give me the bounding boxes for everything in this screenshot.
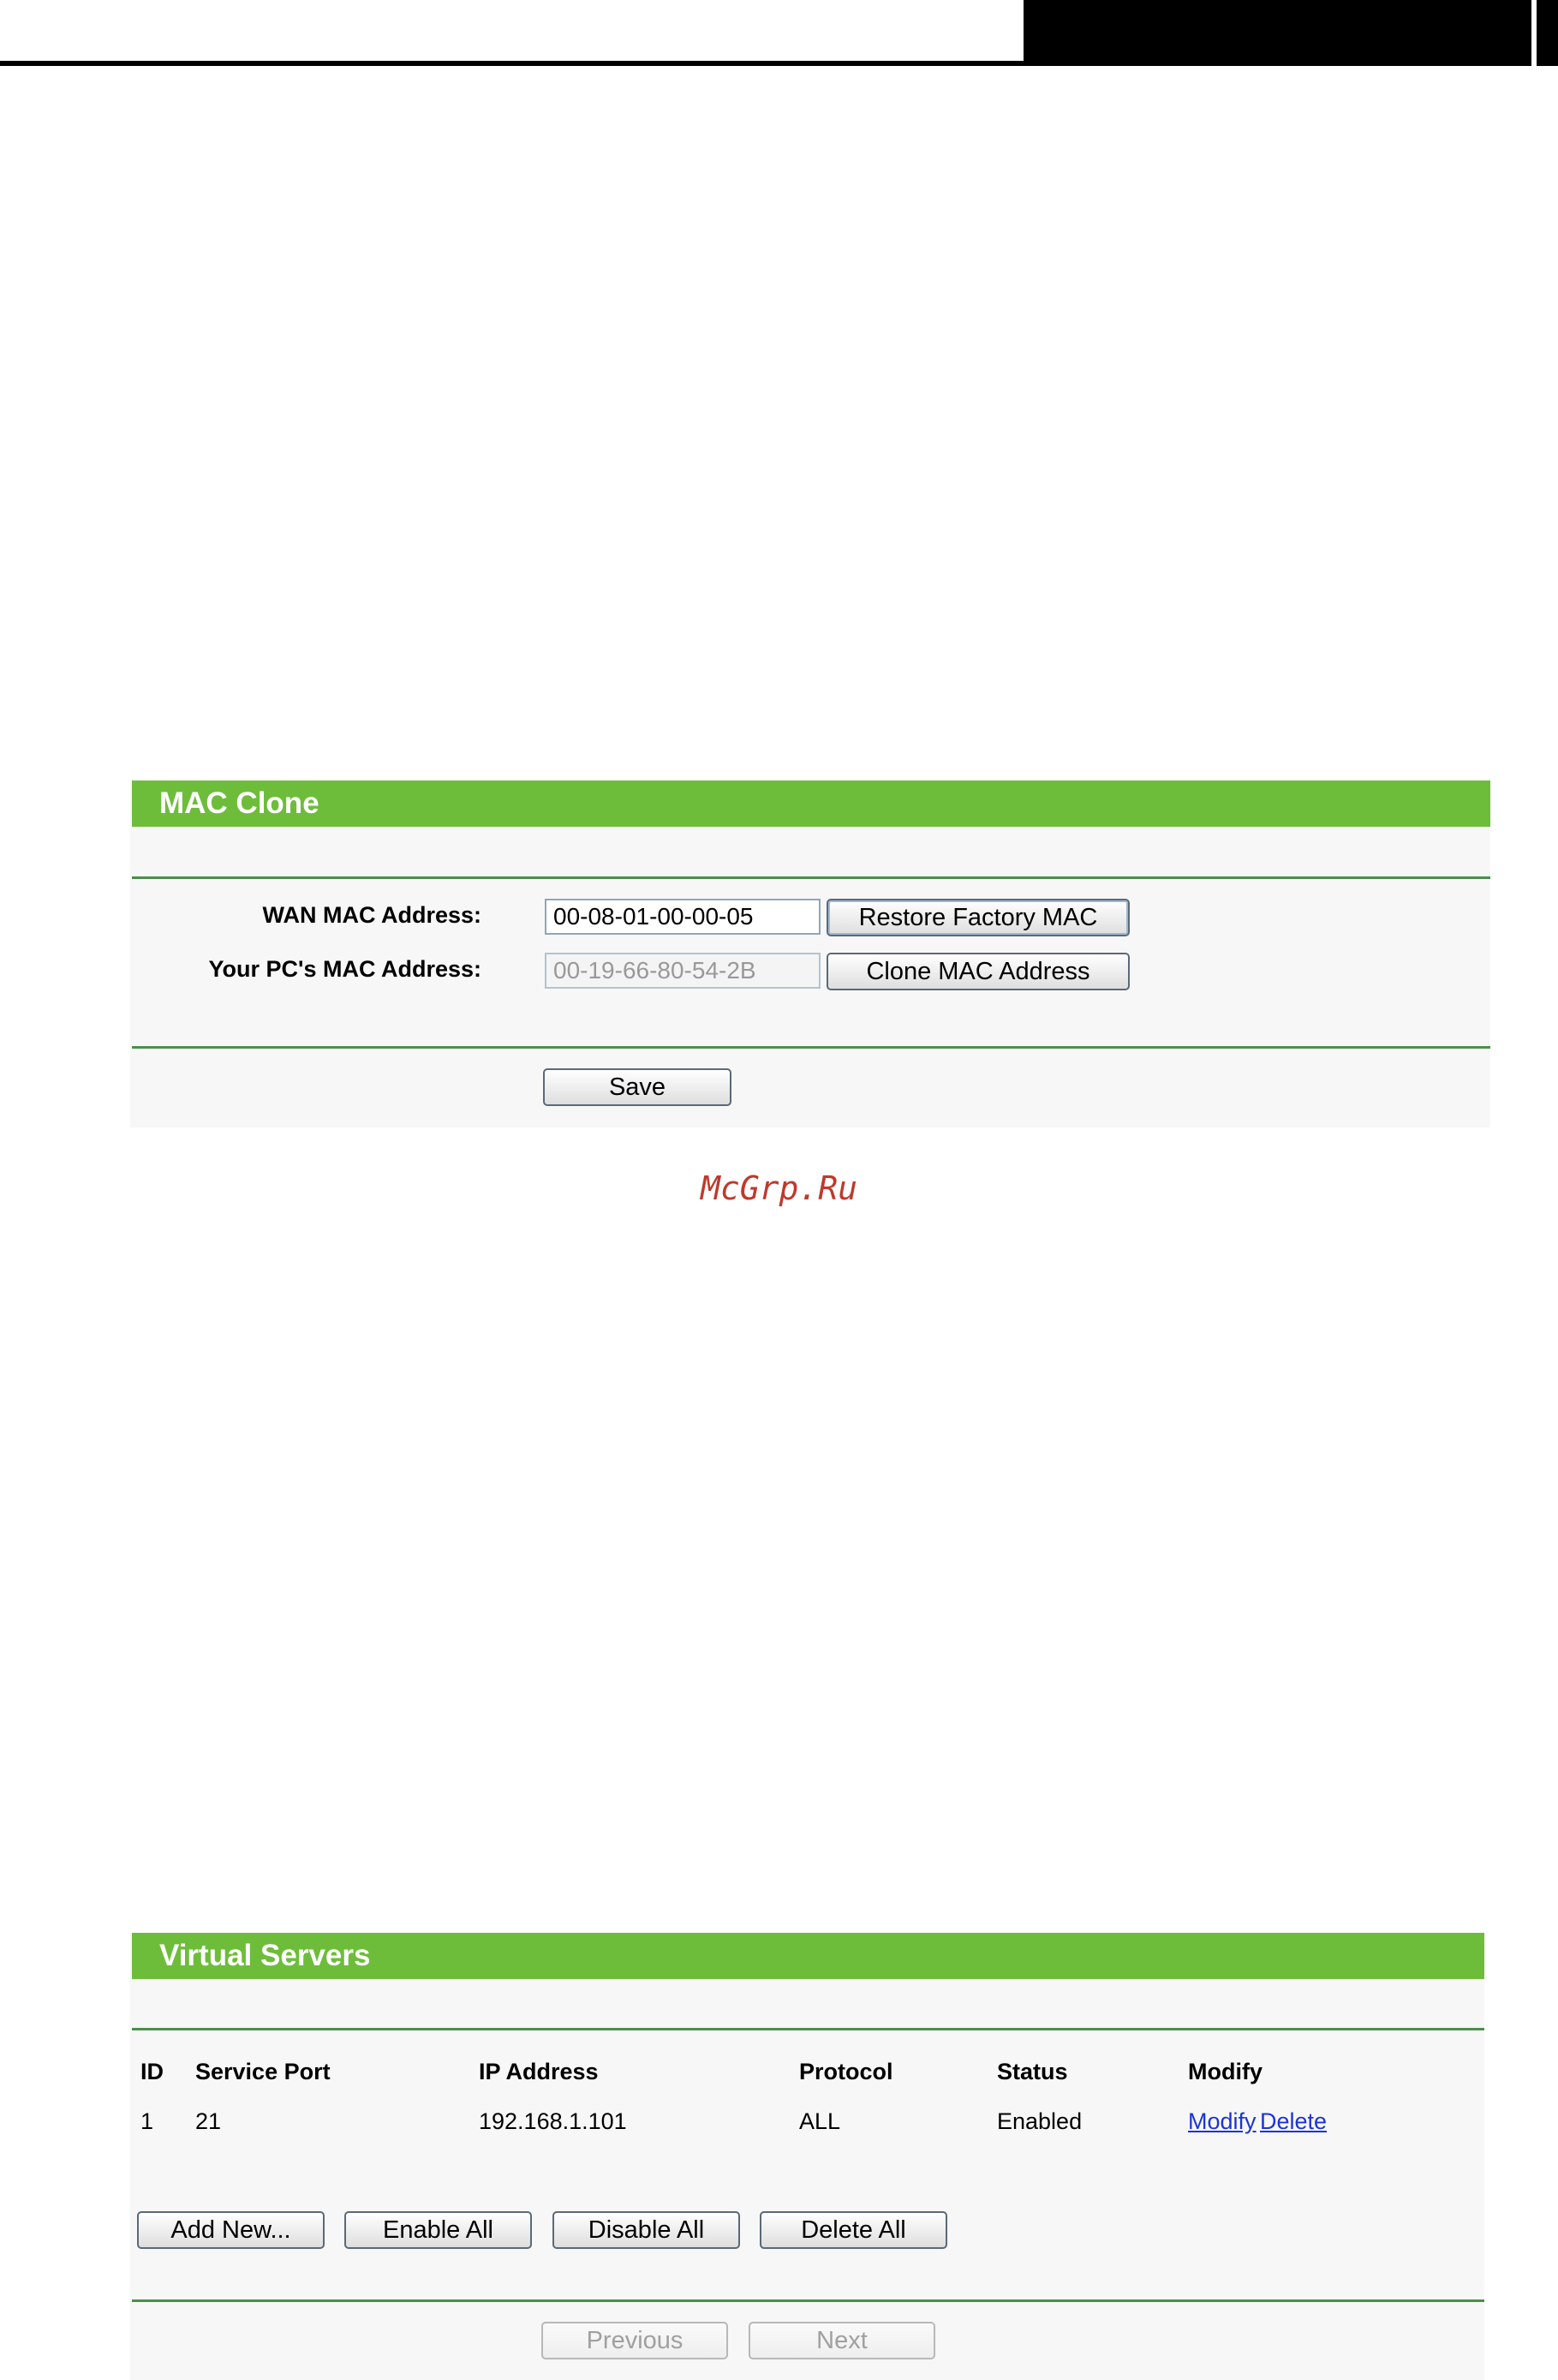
disable-all-button[interactable]: Disable All	[552, 2211, 740, 2249]
add-new-button[interactable]: Add New...	[137, 2211, 325, 2249]
page-top-block	[1024, 0, 1558, 66]
page-top-block-edge	[1531, 0, 1537, 66]
row-status: Enabled	[997, 2108, 1083, 2134]
row-service-port: 21	[195, 2108, 222, 2134]
enable-all-button[interactable]: Enable All	[344, 2211, 532, 2249]
modify-link[interactable]: Modify	[1188, 2108, 1257, 2135]
clone-mac-address-button[interactable]: Clone MAC Address	[827, 953, 1130, 990]
row-protocol: ALL	[799, 2108, 841, 2134]
mac-clone-title: MAC Clone	[132, 780, 1490, 827]
virtual-servers-bottom-rule	[132, 2299, 1484, 2302]
next-button[interactable]: Next	[749, 2322, 935, 2359]
row-id: 1	[140, 2108, 154, 2134]
save-button[interactable]: Save	[543, 1068, 731, 1106]
column-header-protocol: Protocol	[799, 2059, 893, 2084]
previous-button[interactable]: Previous	[541, 2322, 728, 2359]
virtual-servers-top-rule	[132, 2028, 1484, 2030]
delete-link[interactable]: Delete	[1260, 2108, 1327, 2135]
watermark-text: McGrp.Ru	[700, 1169, 858, 1207]
page-top-rule	[0, 61, 1024, 66]
mac-clone-top-rule	[132, 876, 1490, 879]
restore-factory-mac-button[interactable]: Restore Factory MAC	[827, 899, 1130, 936]
mac-clone-panel: MAC Clone WAN MAC Address: Restore Facto…	[130, 780, 1490, 1127]
pc-mac-label: Your PC's MAC Address:	[208, 956, 481, 982]
virtual-servers-panel: Virtual Servers ID Service Port IP Addre…	[130, 1933, 1484, 2380]
delete-all-button[interactable]: Delete All	[760, 2211, 947, 2249]
wan-mac-label: WAN MAC Address:	[262, 902, 481, 928]
mac-clone-bottom-rule	[132, 1046, 1490, 1049]
column-header-modify: Modify	[1188, 2059, 1263, 2084]
column-header-status: Status	[997, 2059, 1068, 2084]
pc-mac-input	[545, 953, 821, 989]
column-header-ip-address: IP Address	[479, 2059, 599, 2084]
column-header-service-port: Service Port	[195, 2059, 331, 2084]
virtual-servers-title: Virtual Servers	[132, 1933, 1484, 1979]
wan-mac-input[interactable]	[545, 899, 821, 935]
row-ip-address: 192.168.1.101	[479, 2108, 627, 2134]
column-header-id: ID	[140, 2059, 164, 2084]
